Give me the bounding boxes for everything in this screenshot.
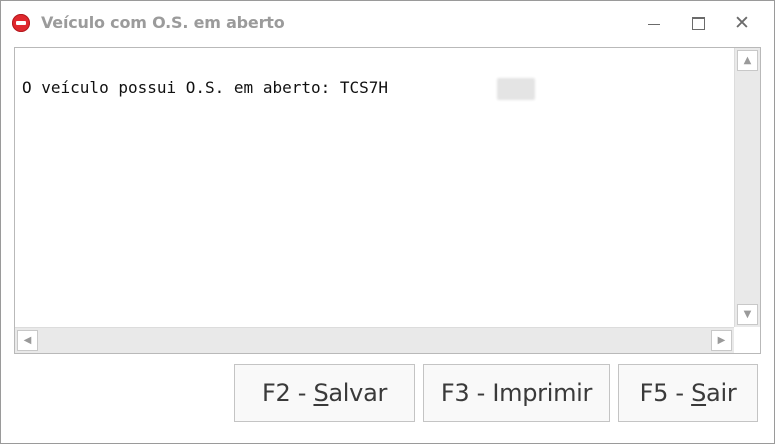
print-button-label: F3 - Imprimir: [440, 379, 593, 407]
vertical-scrollbar[interactable]: ▲ ▼: [734, 48, 760, 327]
save-button-accel: S: [313, 379, 329, 407]
stop-error-icon: [12, 14, 30, 32]
horizontal-scrollbar[interactable]: ◀ ▶: [15, 327, 734, 353]
chevron-right-icon: ▶: [717, 335, 726, 346]
print-button[interactable]: F3 - Imprimir: [423, 364, 610, 422]
window-title: Veículo com O.S. em aberto: [41, 13, 285, 32]
maximize-icon: [691, 16, 705, 30]
save-button-suffix: alvar: [328, 379, 388, 407]
scroll-down-button[interactable]: ▼: [737, 304, 758, 325]
exit-button[interactable]: F5 - Sair: [618, 364, 758, 422]
chevron-left-icon: ◀: [23, 335, 32, 346]
scroll-left-button[interactable]: ◀: [17, 330, 38, 351]
minimize-button[interactable]: [631, 7, 677, 39]
scroll-right-button[interactable]: ▶: [711, 330, 732, 351]
save-button[interactable]: F2 - Salvar: [234, 364, 415, 422]
dialog-window: Veículo com O.S. em aberto ✕ O veículo p…: [0, 0, 775, 444]
redacted-plate-mask: [497, 78, 535, 100]
chevron-up-icon: ▲: [743, 55, 752, 66]
chevron-down-icon: ▼: [743, 309, 752, 320]
minimize-icon: [648, 23, 660, 25]
scrollbar-corner: [735, 328, 760, 353]
save-button-prefix: F2 -: [261, 379, 314, 407]
scroll-up-button[interactable]: ▲: [737, 50, 758, 71]
message-text: O veículo possui O.S. em aberto: TCS7H: [22, 78, 389, 97]
exit-button-accel: S: [691, 379, 707, 407]
exit-button-prefix: F5 -: [639, 379, 692, 407]
exit-button-suffix: air: [706, 379, 737, 407]
close-icon: ✕: [734, 11, 750, 34]
maximize-button[interactable]: [675, 7, 721, 39]
close-button[interactable]: ✕: [719, 7, 765, 39]
message-textarea[interactable]: O veículo possui O.S. em aberto: TCS7H ▲…: [14, 47, 761, 354]
title-bar[interactable]: Veículo com O.S. em aberto ✕: [1, 1, 774, 45]
